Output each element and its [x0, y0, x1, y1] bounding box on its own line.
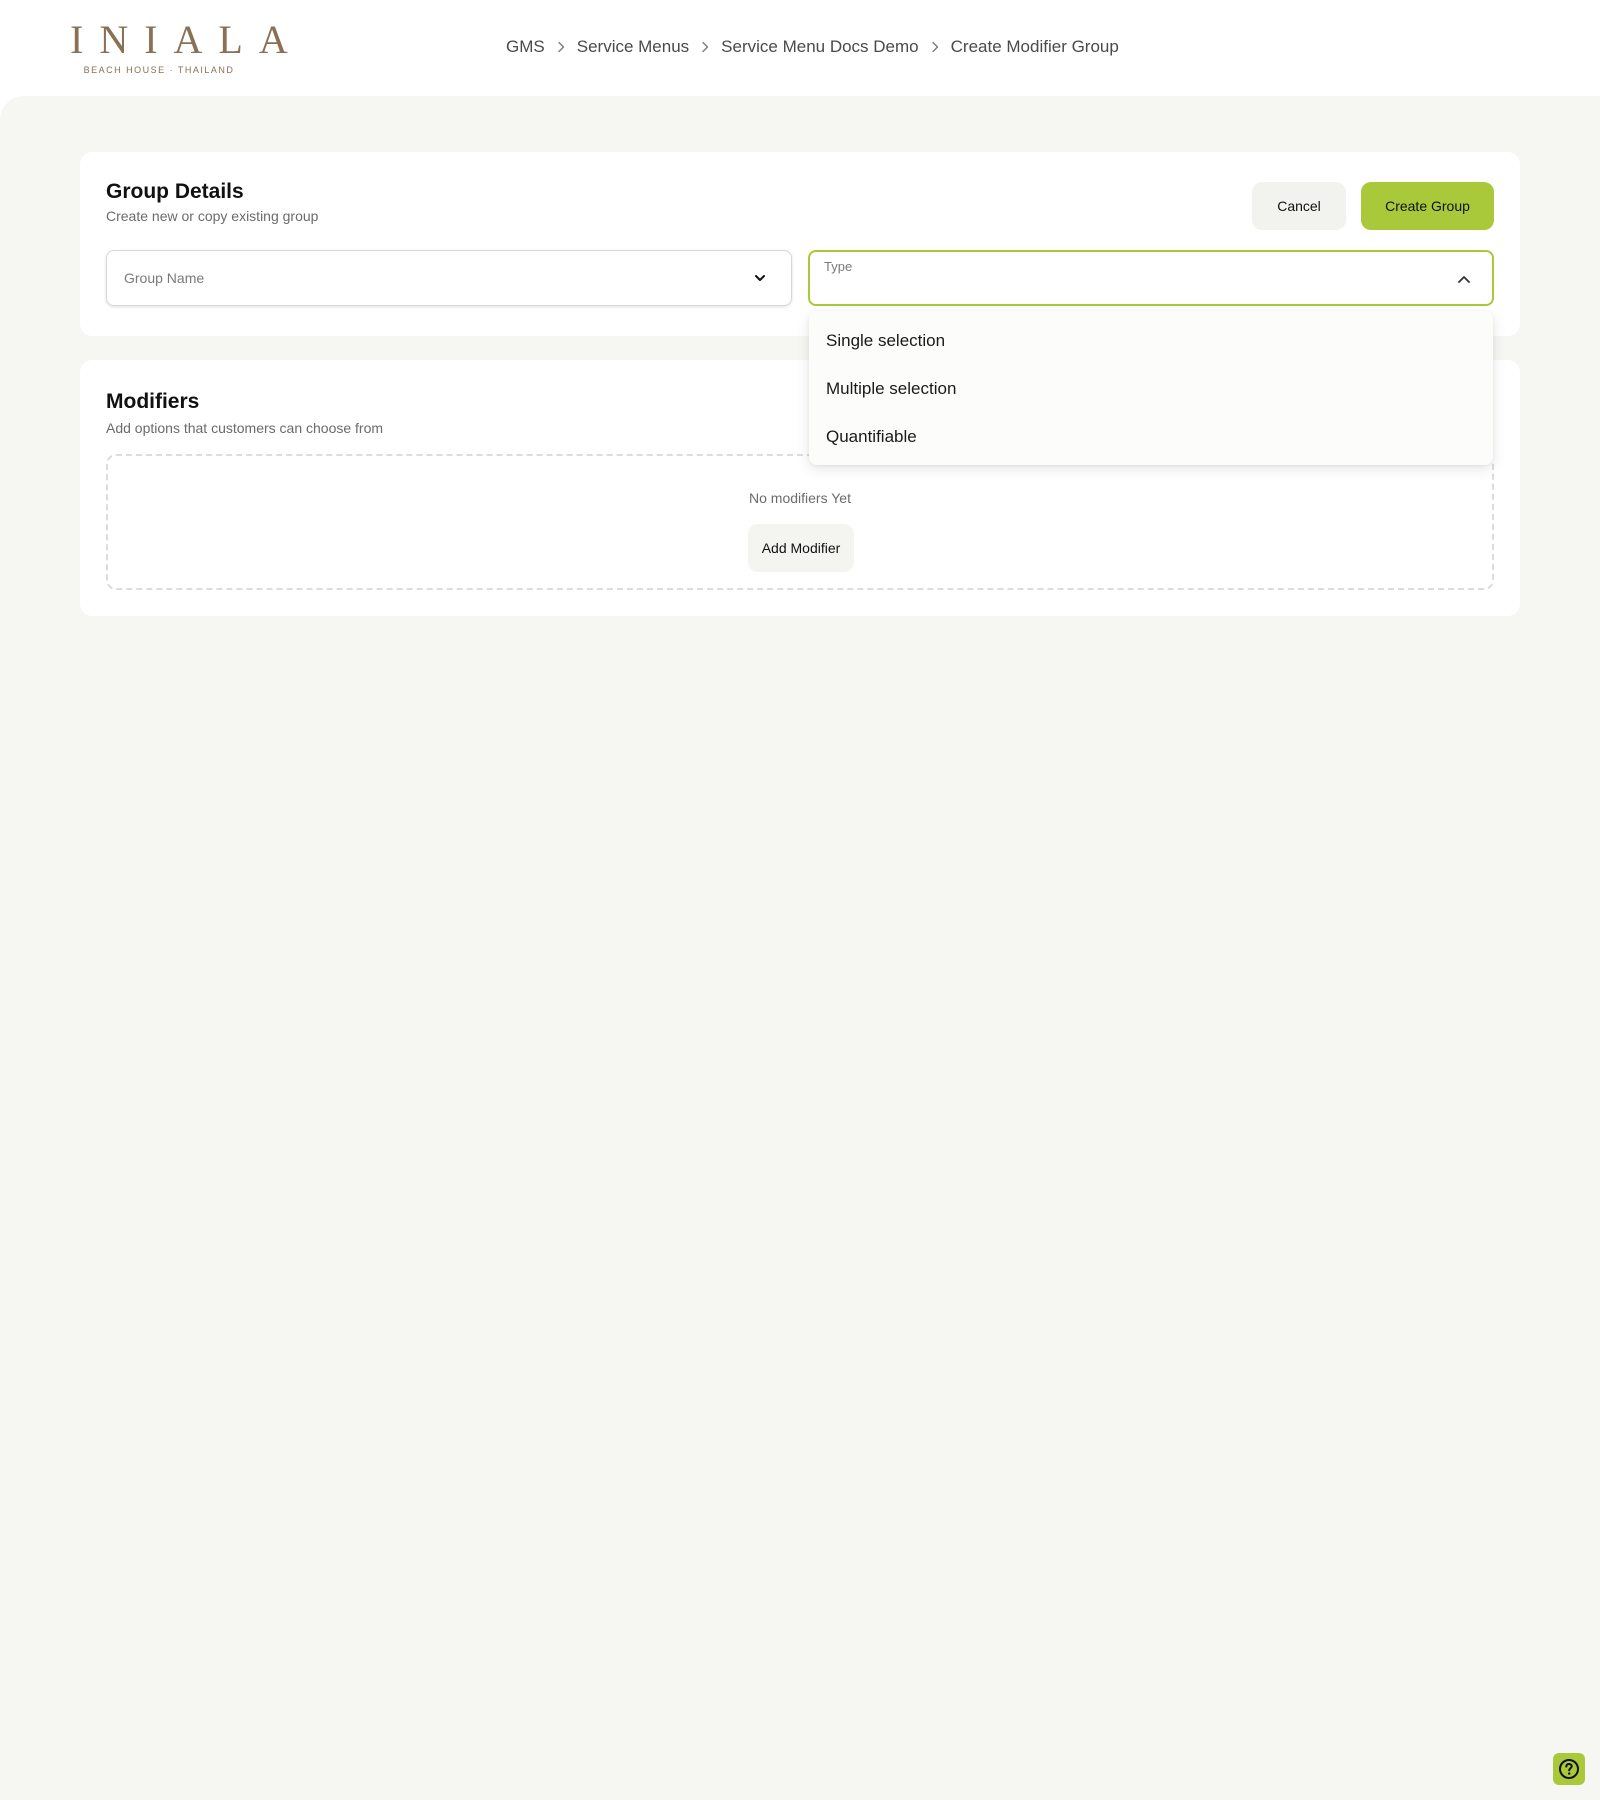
modifiers-subtitle: Add options that customers can choose fr… [106, 420, 384, 436]
type-option-single[interactable]: Single selection [809, 317, 1493, 365]
chevron-right-icon [689, 41, 721, 53]
chevron-down-icon [755, 275, 765, 281]
brand-name: INIALA [70, 17, 304, 62]
add-modifier-button[interactable]: Add Modifier [748, 524, 854, 572]
question-circle-icon [1559, 1759, 1579, 1779]
group-details-card: Group Details Create new or copy existin… [80, 152, 1520, 336]
type-dropdown-menu: Single selection Multiple selection Quan… [809, 311, 1493, 465]
help-button[interactable] [1553, 1753, 1585, 1785]
chevron-right-icon [545, 41, 577, 53]
group-name-placeholder: Group Name [124, 270, 205, 286]
group-details-title: Group Details [106, 180, 244, 203]
breadcrumb-item-current: Create Modifier Group [950, 37, 1119, 56]
create-group-button[interactable]: Create Group [1361, 182, 1494, 230]
brand-tagline: BEACH HOUSE · THAILAND [83, 65, 235, 75]
breadcrumb-item-service-menus[interactable]: Service Menus [577, 37, 689, 57]
type-option-multiple[interactable]: Multiple selection [809, 365, 1493, 413]
type-label: Type [824, 259, 853, 274]
top-bar: INIALA BEACH HOUSE · THAILAND GMS Servic… [0, 0, 1600, 96]
modifiers-title: Modifiers [106, 390, 200, 413]
breadcrumb-item-service-menu-docs-demo[interactable]: Service Menu Docs Demo [721, 37, 918, 57]
breadcrumb: GMS Service Menus Service Menu Docs Demo… [506, 35, 1119, 59]
brand-logo[interactable]: INIALA BEACH HOUSE · THAILAND [54, 17, 304, 76]
chevron-right-icon [919, 41, 951, 53]
cancel-button[interactable]: Cancel [1252, 182, 1346, 230]
type-option-quantifiable[interactable]: Quantifiable [809, 413, 1493, 461]
breadcrumb-item-gms[interactable]: GMS [506, 37, 545, 57]
chevron-up-icon [1458, 276, 1470, 283]
type-select[interactable]: Type [808, 250, 1494, 306]
empty-state-text: No modifiers Yet [749, 490, 851, 506]
modifiers-empty-state: No modifiers Yet Add Modifier [106, 454, 1494, 590]
group-name-select[interactable]: Group Name [106, 250, 792, 306]
group-details-subtitle: Create new or copy existing group [106, 208, 319, 224]
